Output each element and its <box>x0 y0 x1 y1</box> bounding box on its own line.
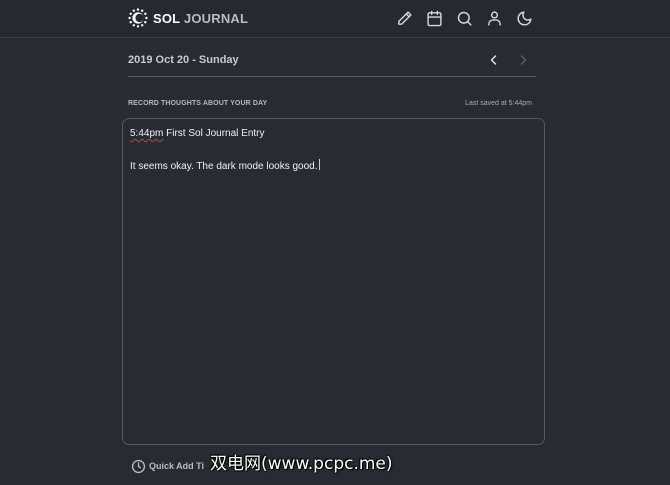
top-nav <box>394 8 534 28</box>
moon-icon <box>517 10 532 25</box>
profile-button[interactable] <box>484 8 504 28</box>
journal-text-area[interactable]: 5:44pm First Sol Journal Entry It seems … <box>122 118 545 445</box>
chevron-right-icon <box>520 55 527 65</box>
editor-header: RECORD THOUGHTS ABOUT YOUR DAY Last save… <box>128 100 532 112</box>
entry-body-text: It seems okay. The dark mode looks good. <box>130 161 318 172</box>
entry-time: 5:44pm <box>130 128 164 139</box>
search-icon <box>457 11 472 26</box>
entry-line-1: 5:44pm First Sol Journal Entry <box>130 126 537 142</box>
watermark-overlay: 双电网(www.pcpc.me) <box>210 454 393 474</box>
user-icon <box>487 10 501 26</box>
entry-title-text: First Sol Journal Entry <box>163 128 265 139</box>
calendar-icon <box>426 10 442 26</box>
sun-logo-icon <box>128 8 148 28</box>
entry-line-2: It seems okay. The dark mode looks good. <box>130 159 537 175</box>
quick-add-label: Quick Add Ti <box>149 461 205 471</box>
app-title-journal: JOURNAL <box>183 10 249 26</box>
calendar-button[interactable] <box>424 8 444 28</box>
save-status: Last saved at 5:44pm <box>465 100 532 107</box>
editor-label: RECORD THOUGHTS ABOUT YOUR DAY <box>128 100 268 107</box>
previous-day-button[interactable] <box>486 52 502 68</box>
app-title-sol: SOL <box>153 10 181 26</box>
clock-icon <box>131 459 146 473</box>
dark-mode-toggle[interactable] <box>514 8 534 28</box>
next-day-button[interactable] <box>515 52 531 68</box>
date-navigation: 2019 Oct 20 - Sunday <box>128 50 536 77</box>
entry-date: 2019 Oct 20 - Sunday <box>128 54 239 66</box>
app-title: SOL JOURNAL <box>153 11 248 26</box>
text-caret <box>318 159 320 170</box>
pencil-icon <box>397 10 412 25</box>
top-bar: SOL JOURNAL <box>0 0 670 38</box>
app-logo[interactable]: SOL JOURNAL <box>128 7 248 29</box>
quick-add-button[interactable]: Quick Add Ti <box>131 458 204 474</box>
new-entry-button[interactable] <box>394 8 414 28</box>
chevron-left-icon <box>490 55 497 65</box>
search-button[interactable] <box>454 8 474 28</box>
